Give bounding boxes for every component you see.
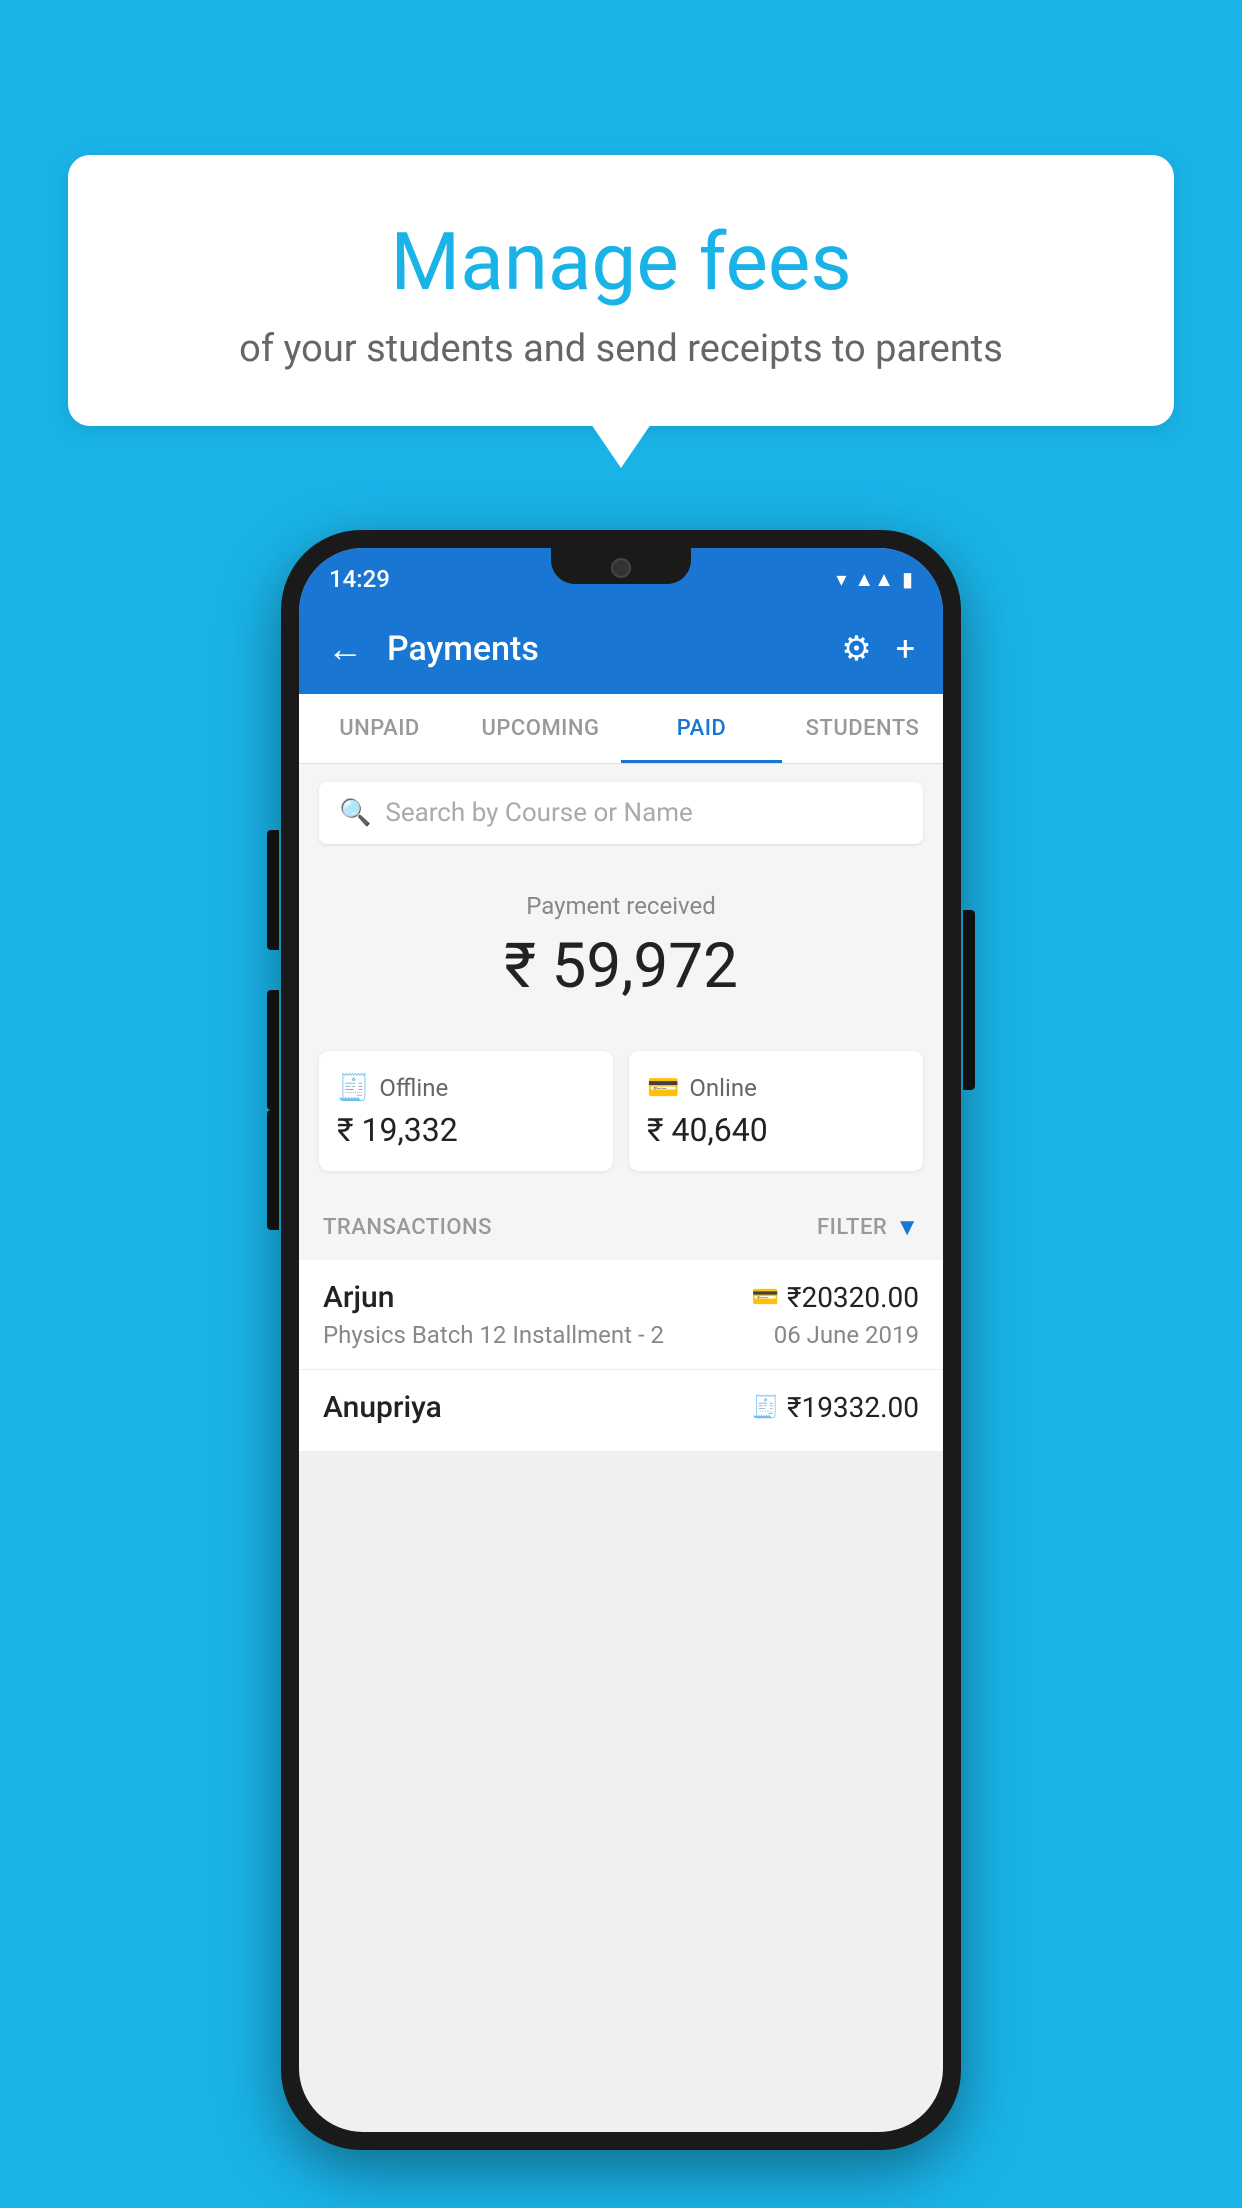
transaction-amount: ₹20320.00 [787,1281,919,1314]
search-icon: 🔍 [339,798,371,828]
filter-label: FILTER [817,1215,887,1240]
transaction-name: Anupriya [323,1390,442,1425]
online-label: Online [689,1074,756,1102]
app-bar-actions: ⚙ + [841,629,915,669]
online-card: 💳 Online ₹ 40,640 [629,1051,923,1171]
search-input[interactable]: Search by Course or Name [385,798,692,828]
tab-students[interactable]: STUDENTS [782,694,943,763]
search-bar[interactable]: 🔍 Search by Course or Name [319,782,923,844]
transaction-bottom-row: Physics Batch 12 Installment - 2 06 June… [323,1321,919,1349]
offline-label: Offline [379,1074,448,1102]
offline-card: 🧾 Offline ₹ 19,332 [319,1051,613,1171]
phone-shell: 14:29 ▾ ▲▲ ▮ ← Payments ⚙ + UNPAID UPC [281,530,961,2150]
tab-paid[interactable]: PAID [621,694,782,763]
back-button[interactable]: ← [327,628,363,670]
app-bar: ← Payments ⚙ + [299,604,943,694]
transaction-date: 06 June 2019 [774,1321,919,1349]
tab-upcoming[interactable]: UPCOMING [460,694,621,763]
offline-payment-icon: 🧾 [337,1073,369,1103]
card-payment-icon: 💳 [752,1285,779,1310]
transaction-name: Arjun [323,1280,394,1315]
offline-amount: ₹ 19,332 [337,1111,595,1149]
tabs-container: UNPAID UPCOMING PAID STUDENTS [299,694,943,764]
transaction-amount-wrap: 💳 ₹20320.00 [752,1281,919,1314]
bubble-title: Manage fees [118,215,1124,309]
phone-device: 14:29 ▾ ▲▲ ▮ ← Payments ⚙ + UNPAID UPC [281,530,961,2150]
transactions-header: TRANSACTIONS FILTER ▼ [299,1195,943,1260]
tab-unpaid[interactable]: UNPAID [299,694,460,763]
offline-payment-icon: 🧾 [752,1395,779,1420]
status-time: 14:29 [329,565,390,593]
transaction-amount-wrap: 🧾 ₹19332.00 [752,1391,919,1424]
payment-total-amount: ₹ 59,972 [319,930,923,1003]
payment-summary: Payment received ₹ 59,972 [299,862,943,1051]
wifi-icon: ▾ [836,567,846,591]
payment-received-label: Payment received [319,892,923,920]
phone-notch [551,548,691,584]
transaction-top-row: Anupriya 🧾 ₹19332.00 [323,1390,919,1425]
online-card-header: 💳 Online [647,1073,905,1103]
transaction-row[interactable]: Anupriya 🧾 ₹19332.00 [299,1370,943,1452]
transaction-list: Arjun 💳 ₹20320.00 Physics Batch 12 Insta… [299,1260,943,1452]
add-icon[interactable]: + [896,629,915,669]
transaction-amount: ₹19332.00 [787,1391,919,1424]
battery-icon: ▮ [902,567,913,591]
transaction-description: Physics Batch 12 Installment - 2 [323,1321,664,1349]
settings-icon[interactable]: ⚙ [841,629,871,669]
offline-card-header: 🧾 Offline [337,1073,595,1103]
status-icons: ▾ ▲▲ ▮ [836,567,913,592]
bubble-subtitle: of your students and send receipts to pa… [118,327,1124,371]
transactions-label: TRANSACTIONS [323,1215,492,1240]
payment-cards: 🧾 Offline ₹ 19,332 💳 Online ₹ 40,640 [299,1051,943,1195]
app-title: Payments [387,629,817,669]
camera-icon [611,558,631,578]
filter-icon: ▼ [895,1213,919,1242]
speech-bubble: Manage fees of your students and send re… [68,155,1174,426]
signal-icon: ▲▲ [854,567,894,592]
search-container: 🔍 Search by Course or Name [299,764,943,862]
transaction-top-row: Arjun 💳 ₹20320.00 [323,1280,919,1315]
filter-container[interactable]: FILTER ▼ [817,1213,919,1242]
online-amount: ₹ 40,640 [647,1111,905,1149]
online-payment-icon: 💳 [647,1073,679,1103]
transaction-row[interactable]: Arjun 💳 ₹20320.00 Physics Batch 12 Insta… [299,1260,943,1370]
phone-screen: 14:29 ▾ ▲▲ ▮ ← Payments ⚙ + UNPAID UPC [299,548,943,2132]
